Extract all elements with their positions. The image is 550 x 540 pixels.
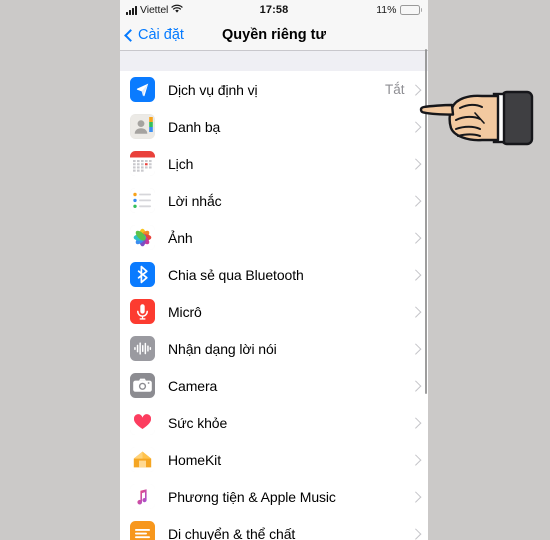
pointing-hand-cursor bbox=[418, 78, 538, 160]
reminders-icon bbox=[130, 188, 155, 213]
list-item-bluetooth-sharing[interactable]: Chia sẻ qua Bluetooth bbox=[120, 256, 428, 293]
list-item-label: Camera bbox=[168, 377, 218, 394]
list-item-label: Sức khỏe bbox=[168, 414, 228, 431]
list-item-reminders[interactable]: Lời nhắc bbox=[120, 182, 428, 219]
chevron-left-icon bbox=[124, 28, 137, 42]
chevron-right-icon bbox=[409, 269, 421, 280]
motion-fitness-icon bbox=[130, 521, 155, 540]
list-item-label: Chia sẻ qua Bluetooth bbox=[168, 266, 304, 283]
calendar-icon bbox=[130, 151, 155, 176]
list-item-homekit[interactable]: HomeKit bbox=[120, 441, 428, 478]
chevron-right-icon bbox=[409, 121, 421, 132]
apple-music-icon bbox=[130, 484, 155, 509]
contacts-icon bbox=[130, 114, 155, 139]
chevron-right-icon bbox=[409, 380, 421, 391]
list-item-media-apple-music[interactable]: Phương tiện & Apple Music bbox=[120, 478, 428, 515]
vertical-scrollbar[interactable] bbox=[424, 49, 427, 394]
location-services-icon bbox=[130, 77, 155, 102]
bluetooth-icon bbox=[130, 262, 155, 287]
chevron-right-icon bbox=[409, 84, 421, 95]
list-item-calendar[interactable]: Lịch bbox=[120, 145, 428, 182]
list-item-label: Lịch bbox=[168, 155, 194, 172]
back-button-label: Cài đặt bbox=[138, 27, 184, 43]
chevron-right-icon bbox=[409, 491, 421, 502]
homekit-icon bbox=[130, 447, 155, 472]
camera-icon bbox=[130, 373, 155, 398]
microphone-icon bbox=[130, 299, 155, 324]
chevron-right-icon bbox=[409, 417, 421, 428]
wifi-icon bbox=[171, 4, 183, 17]
cellular-bars-icon bbox=[126, 5, 137, 15]
list-item-value: Tắt bbox=[384, 82, 405, 97]
list-item-location-services[interactable]: Dịch vụ định vị Tắt bbox=[120, 71, 428, 108]
chevron-right-icon bbox=[409, 158, 421, 169]
chevron-right-icon bbox=[409, 195, 421, 206]
chevron-right-icon bbox=[409, 306, 421, 317]
list-item-microphone[interactable]: Micrô bbox=[120, 293, 428, 330]
phone-screen: Viettel 17:58 11% Cài đặt Quyền riêng tư… bbox=[120, 0, 428, 540]
list-item-label: Di chuyển & thể chất bbox=[168, 525, 296, 540]
privacy-settings-list: Dịch vụ định vị Tắt Danh bạ Lịch Lời nhắ… bbox=[120, 71, 428, 540]
navigation-bar: Cài đặt Quyền riêng tư bbox=[120, 20, 428, 51]
status-bar: Viettel 17:58 11% bbox=[120, 0, 428, 20]
list-item-speech-recognition[interactable]: Nhận dạng lời nói bbox=[120, 330, 428, 367]
list-item-contacts[interactable]: Danh bạ bbox=[120, 108, 428, 145]
list-top-gap bbox=[120, 51, 428, 71]
status-bar-right: 11% bbox=[376, 4, 422, 16]
battery-percent-label: 11% bbox=[376, 4, 397, 16]
list-item-label: HomeKit bbox=[168, 451, 221, 468]
list-item-label: Dịch vụ định vị bbox=[168, 81, 258, 98]
speech-recognition-icon bbox=[130, 336, 155, 361]
chevron-right-icon bbox=[409, 232, 421, 243]
list-item-label: Ảnh bbox=[168, 229, 193, 246]
health-icon bbox=[130, 410, 155, 435]
chevron-right-icon bbox=[409, 528, 421, 539]
back-button[interactable]: Cài đặt bbox=[120, 27, 184, 43]
chevron-right-icon bbox=[409, 343, 421, 354]
list-item-label: Danh bạ bbox=[168, 118, 221, 135]
photos-icon bbox=[130, 225, 155, 250]
list-item-motion-fitness[interactable]: Di chuyển & thể chất bbox=[120, 515, 428, 540]
list-item-label: Micrô bbox=[168, 303, 202, 320]
list-item-health[interactable]: Sức khỏe bbox=[120, 404, 428, 441]
list-item-label: Nhận dạng lời nói bbox=[168, 340, 277, 357]
list-item-camera[interactable]: Camera bbox=[120, 367, 428, 404]
chevron-right-icon bbox=[409, 454, 421, 465]
list-item-photos[interactable]: Ảnh bbox=[120, 219, 428, 256]
list-item-label: Lời nhắc bbox=[168, 192, 222, 209]
status-bar-left: Viettel bbox=[126, 4, 183, 17]
list-item-label: Phương tiện & Apple Music bbox=[168, 488, 336, 505]
carrier-name: Viettel bbox=[140, 4, 169, 16]
battery-low-power-icon bbox=[399, 5, 422, 15]
